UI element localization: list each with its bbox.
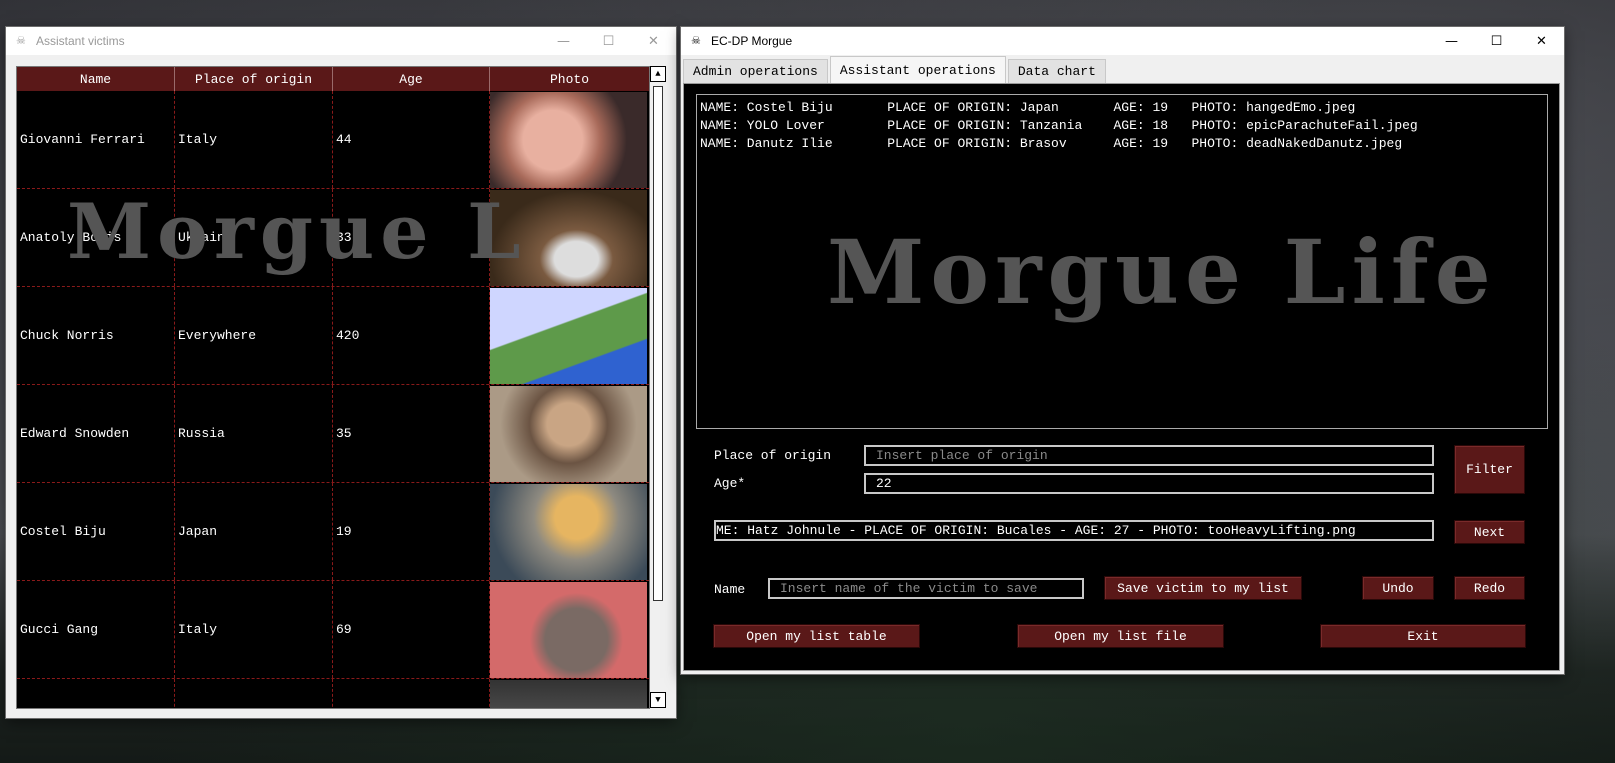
victim-name-input[interactable]: Insert name of the victim to save	[768, 578, 1084, 599]
cell-origin: Japan	[175, 483, 333, 580]
cell-name	[17, 679, 175, 708]
dancing-dog-photo	[490, 483, 647, 580]
cell-origin: Everywhere	[175, 287, 333, 384]
open-my-list-table-button[interactable]: Open my list table	[713, 624, 920, 648]
cell-origin: Italy	[175, 581, 333, 678]
cell-name: Chuck Norris	[17, 287, 175, 384]
list-item[interactable]: NAME: Danutz Ilie PLACE OF ORIGIN: Braso…	[700, 136, 1402, 154]
name-label: Name	[714, 582, 746, 597]
table-row[interactable]: Giovanni Ferrari Italy 44	[17, 91, 649, 189]
cell-age	[333, 679, 490, 708]
victims-table[interactable]: Name Place of origin Age Photo Giovanni …	[16, 66, 650, 709]
cell-photo	[490, 287, 649, 384]
tab-assistant-operations[interactable]: Assistant operations	[829, 56, 1006, 83]
cell-name: Costel Biju	[17, 483, 175, 580]
partial-photo	[490, 679, 647, 708]
tab-data-chart[interactable]: Data chart	[1007, 59, 1106, 84]
table-row[interactable]: Anatoly Boris Ukraine 33	[17, 189, 649, 287]
table-row[interactable]: Chuck Norris Everywhere 420	[17, 287, 649, 385]
scroll-thumb[interactable]	[653, 86, 663, 601]
column-header-age[interactable]: Age	[333, 67, 490, 91]
cell-age: 33	[333, 189, 490, 286]
cell-origin: Russia	[175, 385, 333, 482]
table-row[interactable]: Edward Snowden Russia 35	[17, 385, 649, 483]
tab-bar: Admin operations Assistant operations Da…	[683, 56, 1108, 84]
title-bar[interactable]: ☠ Assistant victims — ☐ ✕	[6, 27, 676, 55]
exit-button[interactable]: Exit	[1320, 624, 1526, 648]
column-header-photo[interactable]: Photo	[490, 67, 649, 91]
cell-name: Anatoly Boris	[17, 189, 175, 286]
assistant-victims-window: ☠ Assistant victims — ☐ ✕ Name Place of …	[6, 27, 676, 718]
close-button[interactable]: ✕	[1519, 27, 1564, 55]
table-row[interactable]	[17, 679, 649, 708]
table-header: Name Place of origin Age Photo	[17, 67, 649, 91]
cell-photo	[490, 581, 649, 678]
cell-photo	[490, 385, 649, 482]
title-bar[interactable]: ☠ EC-DP Morgue — ☐ ✕	[681, 27, 1564, 55]
close-button[interactable]: ✕	[631, 27, 676, 55]
skull-icon: ☠	[16, 35, 26, 47]
cell-name: Giovanni Ferrari	[17, 91, 175, 188]
assistant-operations-panel: NAME: Costel Biju PLACE OF ORIGIN: Japan…	[683, 83, 1560, 671]
table-row[interactable]: Gucci Gang Italy 69	[17, 581, 649, 679]
cell-age: 420	[333, 287, 490, 384]
vertical-scrollbar[interactable]: ▲ ▼	[650, 66, 666, 708]
next-victim-field[interactable]: ME: Hatz Johnule - PLACE OF ORIGIN: Buca…	[714, 520, 1434, 541]
frog-cartoon-photo	[490, 287, 647, 384]
minimize-button[interactable]: —	[1429, 27, 1474, 55]
cell-photo	[490, 91, 649, 188]
list-item[interactable]: NAME: Costel Biju PLACE OF ORIGIN: Japan…	[700, 100, 1355, 118]
cell-photo	[490, 679, 649, 708]
scroll-up-arrow-icon[interactable]: ▲	[650, 66, 666, 82]
cartoon-cat-sunglasses-photo	[490, 581, 647, 678]
minimize-button[interactable]: —	[541, 27, 586, 55]
table-body: Giovanni Ferrari Italy 44 Anatoly Boris Ukra…	[17, 91, 649, 708]
save-victim-button[interactable]: Save victim to my list	[1104, 576, 1302, 600]
my-list-box[interactable]: NAME: Costel Biju PLACE OF ORIGIN: Japan…	[696, 94, 1548, 429]
window-title: Assistant victims	[36, 34, 125, 48]
morgue-window: ☠ EC-DP Morgue — ☐ ✕ Admin operations As…	[681, 27, 1564, 674]
place-of-origin-input[interactable]: Insert place of origin	[864, 445, 1434, 466]
man-with-glasses-photo	[490, 91, 647, 188]
cell-age: 44	[333, 91, 490, 188]
mustache-man-photo	[490, 385, 647, 482]
tab-admin-operations[interactable]: Admin operations	[683, 59, 828, 84]
cell-origin	[175, 679, 333, 708]
scroll-down-arrow-icon[interactable]: ▼	[650, 692, 666, 708]
window-title: EC-DP Morgue	[711, 34, 793, 48]
list-item[interactable]: NAME: YOLO Lover PLACE OF ORIGIN: Tanzan…	[700, 118, 1418, 136]
column-header-origin[interactable]: Place of origin	[175, 67, 333, 91]
table-row[interactable]: Costel Biju Japan 19	[17, 483, 649, 581]
undo-button[interactable]: Undo	[1362, 576, 1434, 600]
next-button[interactable]: Next	[1454, 520, 1525, 544]
cat-photo	[490, 189, 647, 286]
cell-age: 35	[333, 385, 490, 482]
maximize-button[interactable]: ☐	[586, 27, 631, 55]
redo-button[interactable]: Redo	[1454, 576, 1525, 600]
cell-name: Edward Snowden	[17, 385, 175, 482]
age-input[interactable]: 22	[864, 473, 1434, 494]
skull-icon: ☠	[691, 35, 701, 47]
place-of-origin-label: Place of origin	[714, 448, 832, 463]
filter-button[interactable]: Filter	[1454, 445, 1525, 494]
cell-age: 69	[333, 581, 490, 678]
watermark: Morgue Life	[827, 220, 1497, 324]
open-my-list-file-button[interactable]: Open my list file	[1017, 624, 1224, 648]
cell-name: Gucci Gang	[17, 581, 175, 678]
column-header-name[interactable]: Name	[17, 67, 175, 91]
cell-photo	[490, 483, 649, 580]
cell-origin: Ukraine	[175, 189, 333, 286]
cell-age: 19	[333, 483, 490, 580]
maximize-button[interactable]: ☐	[1474, 27, 1519, 55]
cell-origin: Italy	[175, 91, 333, 188]
cell-photo	[490, 189, 649, 286]
age-label: Age*	[714, 476, 746, 491]
